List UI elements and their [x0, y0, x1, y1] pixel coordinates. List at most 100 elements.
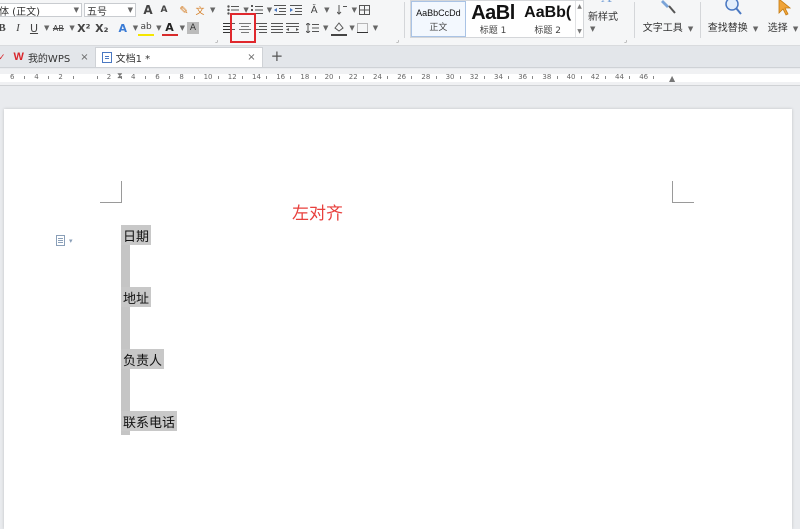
ruler-number: 38: [542, 73, 552, 81]
horizontal-ruler[interactable]: 6 4 2 2 4 6 8 10 12 14 16 18 20 22 24 26 28 30 32 34 36 38 40 4…: [0, 69, 800, 86]
wps-logo-icon: W: [13, 51, 24, 63]
tab-my-wps[interactable]: W 我的WPS ×: [8, 47, 95, 67]
chevron-up-icon[interactable]: ▲: [577, 3, 582, 10]
field-contact-phone[interactable]: 联系电话: [121, 411, 178, 431]
chevron-down-icon: ▼: [687, 25, 694, 33]
styles-dialog-launcher-icon[interactable]: ⌟: [624, 36, 627, 44]
bold-button[interactable]: B: [0, 20, 10, 36]
ruler-tick: [629, 76, 631, 79]
ruler-tick: [72, 76, 74, 79]
char-shading-icon[interactable]: A: [186, 22, 199, 34]
chevron-down-icon[interactable]: ▼: [373, 24, 378, 32]
select-button[interactable]: 选择 ▼: [763, 0, 800, 40]
field-date[interactable]: 日期: [121, 225, 152, 245]
ruler-tick: [580, 76, 582, 79]
ruler-tick: [532, 76, 534, 79]
chevron-down-icon[interactable]: ▼: [577, 28, 582, 35]
ruler-tick: [145, 76, 147, 79]
new-tab-button[interactable]: +: [263, 47, 292, 67]
style-heading-2[interactable]: AaBb( 标题 2: [520, 1, 575, 37]
right-indent-marker[interactable]: ▲: [669, 74, 675, 83]
distributed-align-button[interactable]: [285, 20, 301, 36]
highlight-color-icon[interactable]: ab: [138, 20, 155, 36]
chevron-down-icon: ▼: [127, 6, 133, 14]
font-size-dropdown[interactable]: 五号 ▼: [84, 3, 136, 18]
ruler-number: 26: [397, 73, 407, 81]
align-justify-button[interactable]: [269, 20, 285, 36]
close-icon[interactable]: ×: [80, 52, 88, 63]
superscript-button[interactable]: X²: [75, 20, 93, 36]
font-color-icon[interactable]: A: [161, 20, 178, 36]
paragraph-layout-marker[interactable]: ▾: [56, 235, 73, 246]
italic-button[interactable]: I: [10, 20, 26, 36]
ruler-tick: [387, 76, 389, 79]
tab-label: 我的WPS: [27, 53, 71, 65]
font-name-value: 体 (正文): [0, 6, 40, 18]
clear-format-icon[interactable]: ✎: [176, 2, 192, 18]
ruler-number: 6: [155, 73, 160, 81]
chevron-down-icon[interactable]: ▼: [210, 6, 215, 14]
document-icon: [101, 52, 112, 63]
ribbon-toolbar: 体 (正文) ▼ 五号 ▼ A A ✎ 文 ▼ ▼ ▼ Ǎ ▼ ▼ B I U …: [0, 0, 800, 46]
chevron-down-icon: ▼: [792, 25, 799, 33]
style-heading-1[interactable]: AaBl 标题 1: [466, 1, 521, 37]
ruler-tick: [362, 76, 364, 79]
chevron-down-icon: ▼: [752, 25, 759, 33]
document-icon: [56, 235, 65, 246]
increase-indent-icon[interactable]: [288, 2, 304, 18]
font-grow-button[interactable]: A: [140, 2, 156, 18]
chevron-down-icon[interactable]: ▼: [180, 24, 185, 32]
ruler-tick: [411, 76, 413, 79]
phonetic-guide-icon[interactable]: 文: [192, 2, 208, 18]
new-style-button[interactable]: A✦ 新样式 ▼: [588, 0, 628, 40]
font-dialog-launcher-icon[interactable]: ⌟: [215, 36, 218, 44]
margin-corner-top-right: [672, 181, 694, 203]
style-normal[interactable]: AaBbCcDd 正文: [411, 1, 466, 37]
ruler-number: 4: [34, 73, 39, 81]
decrease-indent-icon[interactable]: [272, 2, 288, 18]
chevron-down-icon[interactable]: ▼: [323, 24, 328, 32]
style-gallery[interactable]: AaBbCcDd 正文 AaBl 标题 1 AaBb( 标题 2 ▲ ▼: [410, 0, 584, 38]
field-address[interactable]: 地址: [121, 287, 152, 307]
style-preview: AaBbCcDd: [416, 8, 461, 18]
table-borders-icon[interactable]: [357, 2, 373, 18]
chevron-down-icon[interactable]: ▼: [324, 6, 329, 14]
text-effect-icon[interactable]: A: [115, 20, 131, 36]
text-tools-label: 文字工具: [642, 23, 683, 34]
tab-document-1[interactable]: 文档1 * ×: [94, 47, 263, 67]
style-preview: AaBb(: [524, 4, 572, 21]
ruler-number: 2: [58, 73, 63, 81]
underline-button[interactable]: U: [26, 20, 42, 36]
close-icon[interactable]: ×: [247, 52, 255, 63]
ruler-number: 8: [179, 73, 184, 81]
ruler-number: 14: [252, 73, 261, 81]
ruler-tick: [508, 76, 510, 79]
sort-icon[interactable]: [334, 2, 350, 18]
subscript-button[interactable]: X₂: [93, 20, 111, 36]
line-spacing-icon[interactable]: [305, 20, 321, 36]
char-scale-icon[interactable]: Ǎ: [306, 2, 322, 18]
ruler-number: 30: [445, 73, 455, 81]
find-replace-label: 查找替换: [707, 23, 748, 34]
font-name-dropdown[interactable]: 体 (正文) ▼: [0, 3, 82, 18]
ruler-tick: [217, 76, 219, 79]
font-shrink-button[interactable]: A: [156, 2, 172, 18]
first-line-indent-marker[interactable]: ⧗: [117, 71, 123, 81]
ruler-tick: [483, 76, 485, 79]
ruler-number: 18: [300, 73, 310, 81]
document-page[interactable]: 左对齐 ▾ 日期 地址 负责人 联系电话: [4, 109, 792, 529]
ruler-number: 32: [469, 73, 479, 81]
text-tools-button[interactable]: 文字工具 ▼: [640, 0, 696, 40]
strikethrough-button[interactable]: AB: [49, 20, 67, 36]
field-person-in-charge[interactable]: 负责人: [121, 349, 165, 369]
shading-fill-icon[interactable]: [331, 20, 348, 36]
style-label: 标题 2: [534, 26, 561, 36]
ruler-number: 20: [324, 73, 334, 81]
paragraph-dialog-launcher-icon[interactable]: ⌟: [396, 36, 399, 44]
ruler-number: 46: [639, 73, 649, 81]
find-replace-button[interactable]: 查找替换 ▼: [706, 0, 760, 40]
borders-icon[interactable]: [355, 20, 371, 36]
gallery-scrollbar[interactable]: ▲ ▼: [575, 1, 583, 37]
group-divider: [634, 2, 635, 38]
pin-icon[interactable]: ✓: [0, 53, 8, 67]
